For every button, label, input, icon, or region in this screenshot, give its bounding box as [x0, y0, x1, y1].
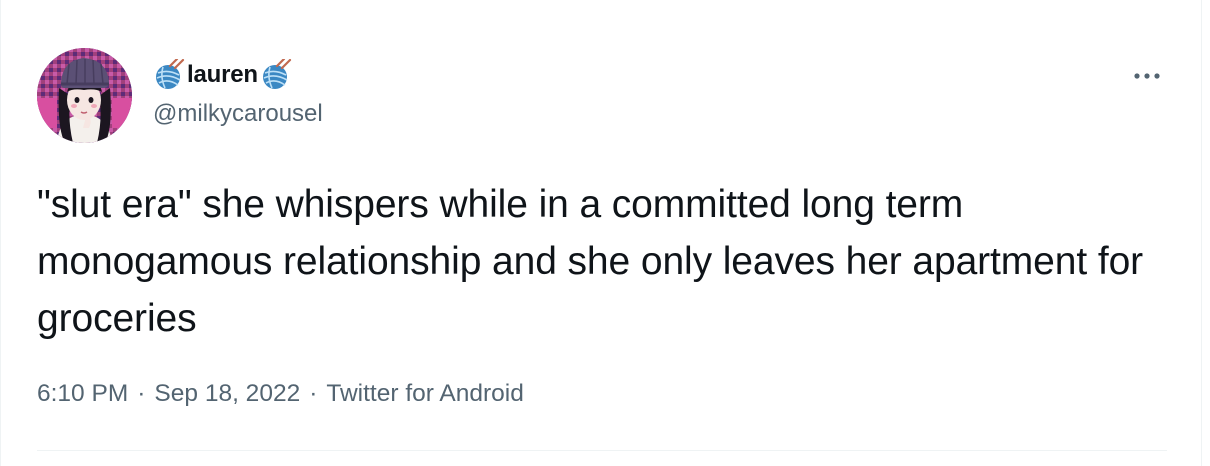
meta-separator: · — [309, 380, 318, 407]
tweet-source[interactable]: Twitter for Android — [326, 380, 523, 408]
more-options-icon — [1134, 73, 1160, 79]
author-display-name[interactable]: lauren — [187, 61, 258, 89]
avatar-illustration — [37, 48, 132, 143]
tweet-date[interactable]: Sep 18, 2022 — [154, 380, 300, 408]
divider — [37, 450, 1167, 451]
tweet-metadata: 6:10 PM · Sep 18, 2022 · Twitter for And… — [37, 380, 524, 408]
author-handle[interactable]: @milkycarousel — [153, 100, 323, 128]
more-options-button[interactable] — [1129, 62, 1165, 90]
author-avatar[interactable] — [37, 48, 132, 143]
yarn-ball-icon — [153, 59, 185, 91]
tweet-card: lauren @milkycarousel "slut era" she whi… — [0, 0, 1202, 466]
yarn-ball-icon — [260, 59, 292, 91]
meta-separator: · — [137, 380, 146, 407]
tweet-text: "slut era" she whispers while in a commi… — [37, 183, 1144, 340]
tweet-time[interactable]: 6:10 PM — [37, 380, 128, 408]
author-name-row[interactable]: lauren — [153, 58, 292, 92]
